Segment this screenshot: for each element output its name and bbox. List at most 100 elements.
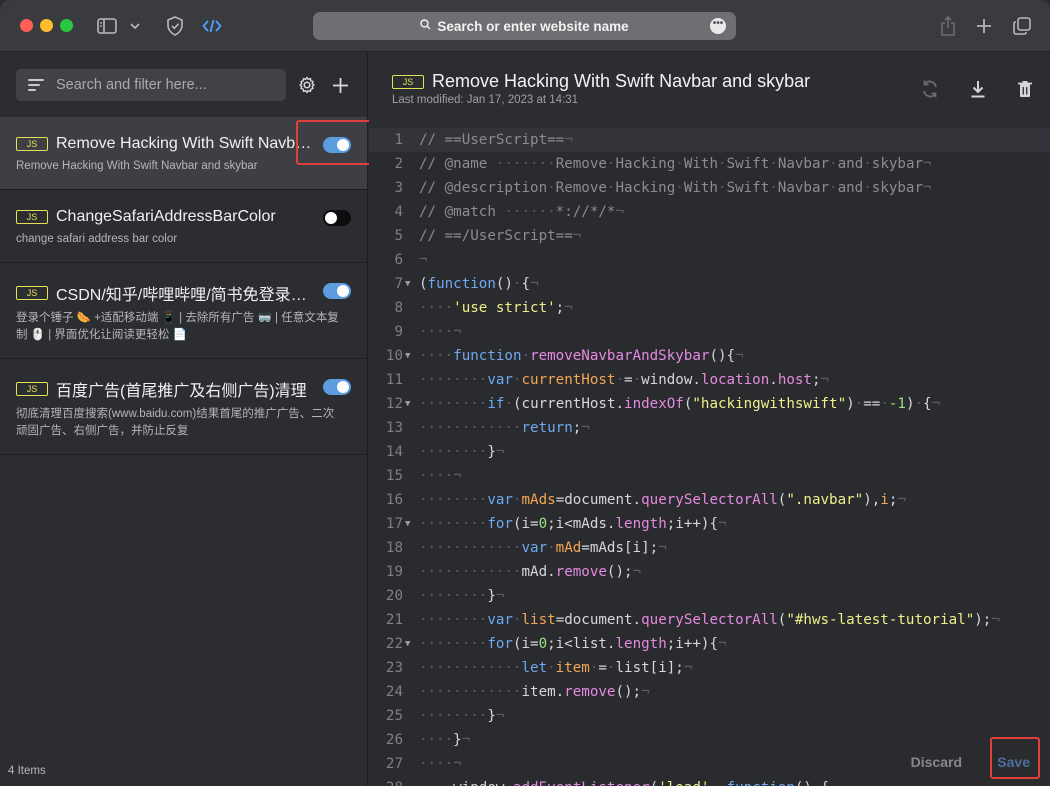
js-badge: JS xyxy=(392,74,424,89)
code-text: // ==/UserScript==¬ xyxy=(419,228,582,244)
editor-header: JS Remove Hacking With Swift Navbar and … xyxy=(369,53,1050,128)
line-number: 13 xyxy=(385,420,403,436)
code-line[interactable]: 19 ············mAd.remove();¬ xyxy=(369,560,1050,584)
code-line[interactable]: 3 // @description·Remove·Hacking·With·Swi… xyxy=(369,176,1050,200)
code-line[interactable]: 4 // @match ······*://*/*¬ xyxy=(369,200,1050,224)
line-number: 24 xyxy=(385,684,403,700)
list-item[interactable]: JS CSDN/知乎/哔哩哔哩/简书免登录去... 登录个锤子 🌭 +适配移动端 … xyxy=(0,263,367,360)
chevron-down-icon[interactable] xyxy=(128,14,142,38)
script-list: JS Remove Hacking With Swift Navbar... Re… xyxy=(0,117,367,456)
code-extension-icon[interactable] xyxy=(201,14,223,38)
close-window-button[interactable] xyxy=(20,19,33,32)
code-line[interactable]: 18 ············var·mAd=mAds[i];¬ xyxy=(369,536,1050,560)
code-line[interactable]: 7 ▼ (function()·{¬ xyxy=(369,272,1050,296)
script-description: change safari address bar color xyxy=(16,233,178,246)
code-line[interactable]: 5 // ==/UserScript==¬ xyxy=(369,224,1050,248)
code-line[interactable]: 14 ········}¬ xyxy=(369,440,1050,464)
zoom-window-button[interactable] xyxy=(60,19,73,32)
page-title: Remove Hacking With Swift Navbar and sky… xyxy=(432,71,811,91)
code-line[interactable]: 15 ····¬ xyxy=(369,464,1050,488)
add-script-button[interactable] xyxy=(328,73,352,97)
script-title: 百度广告(首尾推广及右侧广告)清理 xyxy=(56,383,307,401)
code-line[interactable]: 17 ▼ ········for(i=0;i<mAds.length;i++){¬ xyxy=(369,512,1050,536)
list-item[interactable]: JS ChangeSafariAddressBarColor change saf… xyxy=(0,190,367,264)
list-item[interactable]: JS 百度广告(首尾推广及右侧广告)清理 彻底清理百度搜索(www.baidu.c… xyxy=(0,359,367,456)
download-icon[interactable] xyxy=(968,79,988,99)
minimize-window-button[interactable] xyxy=(40,19,53,32)
code-line[interactable]: 22 ▼ ········for(i=0;i<list.length;i++){¬ xyxy=(369,632,1050,656)
new-tab-icon[interactable] xyxy=(974,14,994,38)
code-line[interactable]: 2 // @name ·······Remove·Hacking·With·Swi… xyxy=(369,152,1050,176)
items-count: 4 Items xyxy=(8,765,46,777)
titlebar: Search or enter website name ••• xyxy=(0,0,1050,52)
annotation-highlight-save xyxy=(990,737,1040,779)
address-bar[interactable]: Search or enter website name ••• xyxy=(313,12,736,40)
line-number: 2 xyxy=(394,156,403,172)
editor-title-row: JS Remove Hacking With Swift Navbar and … xyxy=(392,71,810,92)
more-options-icon[interactable]: ••• xyxy=(710,18,726,34)
line-number: 9 xyxy=(394,324,403,340)
line-number: 15 xyxy=(385,468,403,484)
toggle-knob xyxy=(325,212,337,225)
code-editor[interactable]: 1 // ==UserScript==¬ 2 // @name ·······Remo… xyxy=(369,128,1050,786)
discard-button[interactable]: Discard xyxy=(911,754,962,770)
line-number: 1 xyxy=(394,132,403,148)
fold-chevron-icon[interactable]: ▼ xyxy=(405,632,410,656)
code-line[interactable]: 6 ¬ xyxy=(369,248,1050,272)
tab-overview-icon[interactable] xyxy=(1011,14,1033,38)
filter-icon xyxy=(28,79,44,91)
line-number: 16 xyxy=(385,492,403,508)
code-line[interactable]: 8 ····'use strict';¬ xyxy=(369,296,1050,320)
sidebar-toggle-icon[interactable] xyxy=(96,14,118,38)
fold-chevron-icon[interactable]: ▼ xyxy=(405,392,410,416)
code-line[interactable]: 21 ········var·list=document.querySelecto… xyxy=(369,608,1050,632)
search-box[interactable] xyxy=(16,69,286,101)
share-icon[interactable] xyxy=(938,14,958,38)
code-line[interactable]: 25 ········}¬ xyxy=(369,704,1050,728)
line-number: 3 xyxy=(394,180,403,196)
line-number: 11 xyxy=(385,372,403,388)
code-text: ········if·(currentHost.indexOf("hacking… xyxy=(419,396,941,412)
fold-chevron-icon[interactable]: ▼ xyxy=(405,512,410,536)
script-enabled-toggle[interactable] xyxy=(323,210,351,227)
code-line[interactable]: 9 ····¬ xyxy=(369,320,1050,344)
code-line[interactable]: 10 ▼ ····function·removeNavbarAndSkybar(){… xyxy=(369,344,1050,368)
line-number: 10 xyxy=(385,348,403,364)
fold-chevron-icon[interactable]: ▼ xyxy=(405,272,410,296)
code-text: // @name ·······Remove·Hacking·With·Swif… xyxy=(419,156,932,172)
line-number: 21 xyxy=(385,612,403,628)
plus-icon xyxy=(332,77,348,93)
code-line[interactable]: 12 ▼ ········if·(currentHost.indexOf("hack… xyxy=(369,392,1050,416)
trash-icon[interactable] xyxy=(1015,79,1035,99)
code-text: ········}¬ xyxy=(419,708,505,724)
js-badge: JS xyxy=(16,286,48,301)
code-line[interactable]: 20 ········}¬ xyxy=(369,584,1050,608)
editor-footer: Discard Save xyxy=(369,737,1050,786)
gear-icon[interactable] xyxy=(295,73,319,97)
code-text: ········var·currentHost·=·window.locatio… xyxy=(419,372,830,388)
search-input[interactable] xyxy=(56,77,286,93)
script-title: ChangeSafariAddressBarColor xyxy=(56,208,276,226)
code-text: ····function·removeNavbarAndSkybar(){¬ xyxy=(419,348,744,364)
script-enabled-toggle[interactable] xyxy=(323,283,351,300)
script-enabled-toggle[interactable] xyxy=(323,379,351,396)
toggle-knob xyxy=(337,381,349,394)
shield-icon[interactable] xyxy=(164,14,186,38)
search-icon xyxy=(420,19,431,33)
fold-chevron-icon[interactable]: ▼ xyxy=(405,344,410,368)
code-line[interactable]: 24 ············item.remove();¬ xyxy=(369,680,1050,704)
code-line[interactable]: 11 ········var·currentHost·=·window.locat… xyxy=(369,368,1050,392)
refresh-icon[interactable] xyxy=(920,79,940,99)
code-text: // @match ······*://*/*¬ xyxy=(419,204,625,220)
code-text: ············item.remove();¬ xyxy=(419,684,650,700)
js-badge: JS xyxy=(16,137,48,151)
code-line[interactable]: 16 ········var·mAds=document.querySelecto… xyxy=(369,488,1050,512)
editor-pane: JS Remove Hacking With Swift Navbar and … xyxy=(369,53,1050,786)
js-badge: JS xyxy=(16,382,48,397)
code-line[interactable]: 1 // ==UserScript==¬ xyxy=(369,128,1050,152)
toggle-knob xyxy=(337,285,349,298)
code-line[interactable]: 13 ············return;¬ xyxy=(369,416,1050,440)
code-text: ············let·item·=·list[i];¬ xyxy=(419,660,693,676)
code-text: (function()·{¬ xyxy=(419,276,539,292)
code-line[interactable]: 23 ············let·item·=·list[i];¬ xyxy=(369,656,1050,680)
